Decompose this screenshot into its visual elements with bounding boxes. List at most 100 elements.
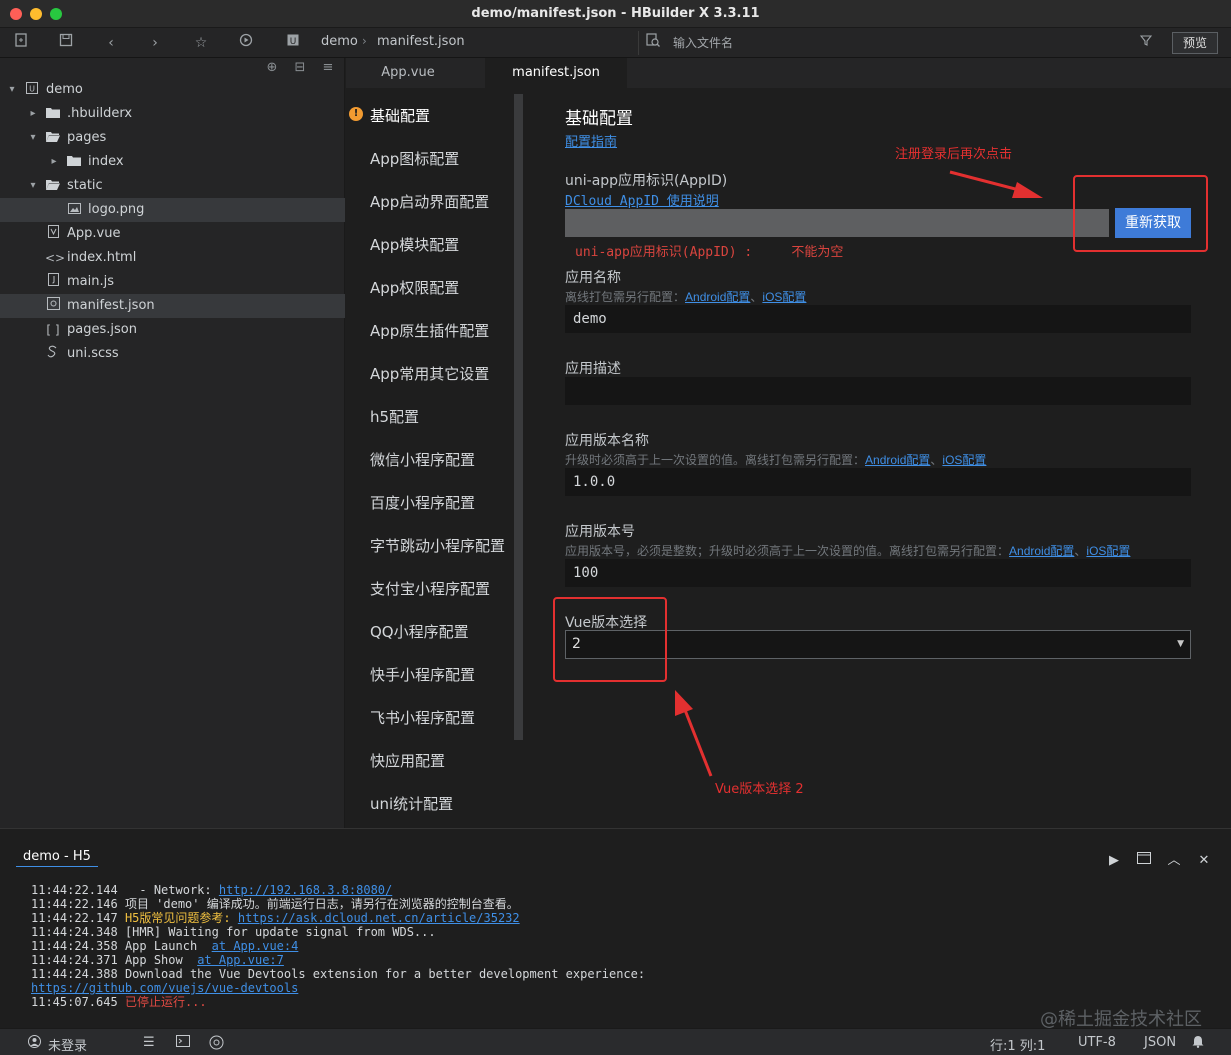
close-panel-icon[interactable]: ✕ [1189, 853, 1219, 868]
new-file-icon[interactable] [11, 33, 31, 53]
app-desc-input[interactable] [565, 377, 1191, 405]
log-link[interactable]: https://github.com/vuejs/vue-devtools [31, 981, 298, 995]
nav-item-app-icon[interactable]: App图标配置 [370, 148, 459, 169]
hint-separator: 、 [750, 290, 763, 304]
bell-icon[interactable] [1192, 1035, 1204, 1052]
encoding[interactable]: UTF-8 [1078, 1035, 1116, 1050]
tree-item-index-html[interactable]: <> index.html [0, 246, 345, 270]
log-link[interactable]: https://ask.dcloud.net.cn/article/35232 [238, 911, 520, 925]
user-icon[interactable] [28, 1035, 41, 1052]
nav-item-kuaishou[interactable]: 快手小程序配置 [370, 664, 475, 685]
chevron-right-icon[interactable]: ▸ [27, 102, 39, 126]
vue-file-icon [45, 222, 61, 246]
chevron-up-icon[interactable]: ︿ [1159, 849, 1189, 868]
ios-config-link[interactable]: iOS配置 [762, 290, 806, 304]
locate-icon[interactable]: ⊕ [258, 60, 286, 75]
tree-item-demo[interactable]: ▾ U demo [0, 78, 345, 102]
tree-item-uni-scss[interactable]: uni.scss [0, 342, 345, 366]
project-icon: U [283, 33, 303, 53]
chevron-down-icon[interactable]: ▾ [6, 78, 18, 102]
nav-scrollbar[interactable] [514, 94, 523, 740]
tree-item-logo[interactable]: logo.png [0, 198, 345, 222]
tab-manifest-json[interactable]: manifest.json [485, 58, 627, 88]
tree-item-pages-json[interactable]: [ ] pages.json [0, 318, 345, 342]
tree-item-index-folder[interactable]: ▸ index [0, 150, 345, 174]
nav-item-feishu[interactable]: 飞书小程序配置 [370, 707, 475, 728]
ios-config-link[interactable]: iOS配置 [942, 453, 986, 467]
nav-item-h5[interactable]: h5配置 [370, 406, 419, 427]
list-icon[interactable]: ☰ [143, 1035, 155, 1050]
breadcrumb-project[interactable]: demo [321, 34, 358, 49]
html-file-icon: <> [45, 251, 66, 265]
open-browser-icon[interactable] [1129, 852, 1159, 868]
appid-help-link[interactable]: DCloud AppID 使用说明 [565, 190, 719, 209]
annotation-box-vue-version [553, 597, 667, 682]
ios-config-link[interactable]: iOS配置 [1086, 544, 1130, 558]
search-input[interactable] [673, 34, 1113, 52]
nav-item-app-native-plugins[interactable]: App原生插件配置 [370, 320, 489, 341]
appid-input[interactable] [565, 209, 1109, 237]
annotation-box-refetch [1073, 175, 1208, 252]
config-guide-link[interactable]: 配置指南 [565, 131, 617, 150]
tree-item-manifest[interactable]: manifest.json [0, 294, 345, 318]
nav-item-weixin[interactable]: 微信小程序配置 [370, 449, 475, 470]
nav-item-app-other[interactable]: App常用其它设置 [370, 363, 489, 384]
version-code-input[interactable] [565, 559, 1191, 587]
version-name-input[interactable] [565, 468, 1191, 496]
breadcrumb-file[interactable]: manifest.json [377, 34, 465, 49]
log-line: 11:45:07.645 已停止运行... [31, 995, 207, 1009]
console-tab[interactable]: demo - H5 [16, 849, 98, 867]
log-link[interactable]: http://192.168.3.8:8080/ [219, 883, 392, 897]
nav-item-qq[interactable]: QQ小程序配置 [370, 621, 469, 642]
tree-item-static[interactable]: ▾ static [0, 174, 345, 198]
forward-icon[interactable]: › [145, 33, 165, 53]
nav-item-basic[interactable]: 基础配置 [370, 105, 430, 126]
collapse-all-icon[interactable]: ⊟ [286, 60, 314, 75]
log-line: 11:44:24.388 Download the Vue Devtools e… [31, 967, 646, 981]
app-desc-label: 应用描述 [565, 361, 621, 377]
preview-button[interactable]: 预览 [1172, 32, 1218, 54]
menu-icon[interactable]: ≡ [314, 60, 342, 75]
run-icon[interactable] [236, 33, 256, 53]
nav-item-app-permissions[interactable]: App权限配置 [370, 277, 459, 298]
app-name-input[interactable] [565, 305, 1191, 333]
back-icon[interactable]: ‹ [101, 33, 121, 53]
cursor-position[interactable]: 行:1 列:1 [990, 1035, 1045, 1054]
nav-item-app-splash[interactable]: App启动界面配置 [370, 191, 489, 212]
language-mode[interactable]: JSON [1144, 1035, 1176, 1050]
chevron-right-icon[interactable]: ▸ [48, 150, 60, 174]
warning-icon: ! [349, 107, 363, 121]
terminal-icon[interactable] [176, 1035, 190, 1051]
nav-item-baidu[interactable]: 百度小程序配置 [370, 492, 475, 513]
tree-item-hbuilderx[interactable]: ▸ .hbuilderx [0, 102, 345, 126]
version-name-label: 应用版本名称 [565, 433, 649, 449]
chevron-down-icon[interactable]: ▾ [27, 126, 39, 150]
nav-item-bytedance[interactable]: 字节跳动小程序配置 [370, 535, 505, 556]
tree-item-app-vue[interactable]: App.vue [0, 222, 345, 246]
play-icon[interactable]: ▶ [1099, 853, 1129, 868]
login-status[interactable]: 未登录 [48, 1035, 87, 1054]
tree-item-pages[interactable]: ▾ pages [0, 126, 345, 150]
tab-app-vue[interactable]: App.vue [346, 58, 470, 88]
nav-item-app-modules[interactable]: App模块配置 [370, 234, 459, 255]
log-link[interactable]: at App.vue:4 [212, 939, 299, 953]
nav-item-alipay[interactable]: 支付宝小程序配置 [370, 578, 490, 599]
title-bar: demo/manifest.json - HBuilder X 3.3.11 [0, 0, 1231, 28]
star-icon[interactable]: ☆ [191, 33, 211, 53]
save-icon[interactable] [56, 33, 76, 53]
chevron-down-icon[interactable]: ▾ [27, 174, 39, 198]
plugin-icon[interactable] [209, 1035, 224, 1054]
filter-icon[interactable] [1136, 32, 1156, 52]
tree-item-label: .hbuilderx [67, 106, 133, 121]
tree-item-label: index.html [67, 250, 137, 265]
version-code-label: 应用版本号 [565, 524, 635, 540]
log-link[interactable]: at App.vue:7 [197, 953, 284, 967]
android-config-link[interactable]: Android配置 [685, 290, 750, 304]
android-config-link[interactable]: Android配置 [1009, 544, 1074, 558]
nav-item-quickapp[interactable]: 快应用配置 [370, 750, 445, 771]
nav-item-uni-stat[interactable]: uni统计配置 [370, 793, 453, 814]
svg-text:U: U [29, 85, 35, 94]
file-search [638, 31, 1164, 55]
android-config-link[interactable]: Android配置 [865, 453, 930, 467]
tree-item-main-js[interactable]: main.js [0, 270, 345, 294]
